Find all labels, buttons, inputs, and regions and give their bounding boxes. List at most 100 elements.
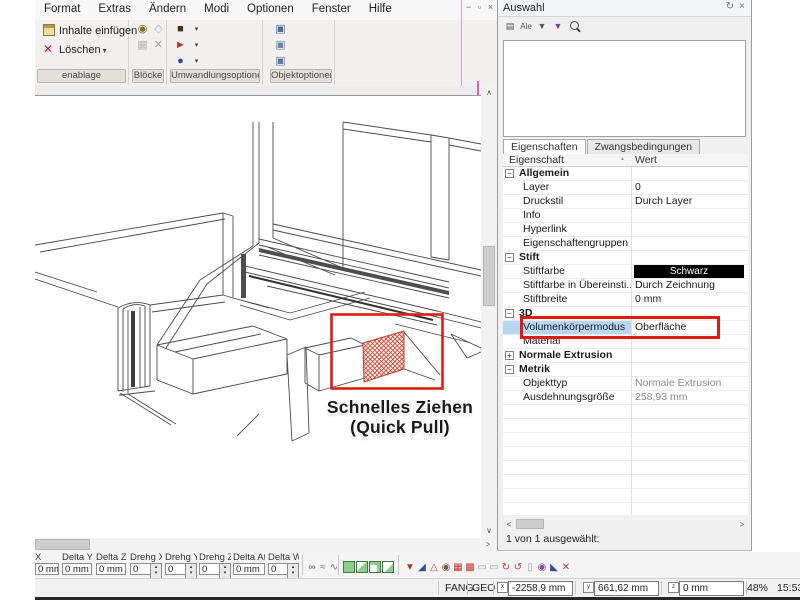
menu-extras[interactable]: Extras (89, 0, 140, 15)
clear-tool-icon[interactable]: ✕ (560, 561, 572, 574)
convert-arrow-icon[interactable]: ► (174, 39, 187, 52)
edit-select-open-icon-icon[interactable] (369, 561, 381, 573)
snap-vertex-icon[interactable]: ◢ (416, 561, 428, 574)
create-block-icon[interactable]: ◉ (136, 23, 149, 36)
property-row-metrik[interactable]: −Metrik (503, 363, 748, 377)
grid-scroll-left-icon[interactable]: < (503, 518, 515, 532)
minimize-icon[interactable]: − (464, 2, 473, 12)
edit-select-add-icon-icon[interactable] (356, 561, 368, 573)
scroll-down-icon[interactable]: ∨ (482, 524, 496, 538)
rotate-tool-icon[interactable]: ↻ (500, 561, 512, 574)
pin-icon[interactable]: ↻ (724, 1, 736, 12)
property-grid-header[interactable]: Eigenschaft ▴ Wert (503, 154, 748, 167)
grid-horizontal-scrollbar[interactable]: < > (503, 518, 748, 531)
panel-header[interactable]: Auswahl ↻× (498, 0, 751, 17)
convert-solid-icon[interactable]: ■ (174, 23, 187, 36)
ale-icon[interactable]: Ale (519, 20, 533, 33)
menu-optionen[interactable]: Optionen (238, 0, 303, 15)
snap-midpoint-icon[interactable]: △ (428, 561, 440, 574)
field-input-x[interactable]: 0 mm (35, 563, 59, 575)
property-row-druckstil[interactable]: DruckstilDurch Layer (503, 195, 748, 209)
menu-fenster[interactable]: Fenster (303, 0, 360, 15)
field-input-delta-w[interactable]: 0 (268, 563, 288, 575)
delete-button[interactable]: ✕Löschen▾ (43, 42, 107, 56)
property-value-info[interactable] (632, 209, 748, 222)
property-value-layer[interactable]: 0 (632, 181, 748, 194)
drawing-canvas[interactable]: Schnelles Ziehen (Quick Pull) (35, 96, 481, 538)
field-input-drehg-x[interactable]: 0 (130, 563, 151, 575)
box-tool-icon[interactable]: ▯ (524, 561, 536, 574)
property-value-stiftfarbe-in-übereinsti-[interactable]: Durch Zeichnung (632, 279, 748, 292)
funnel-icon[interactable]: ▼ (535, 20, 549, 33)
canvas-vertical-scrollbar[interactable]: ∧ ∨ (481, 86, 497, 538)
coordinate-x[interactable]: -2258,9 mm (508, 581, 573, 596)
link-icon[interactable]: ∞ (307, 561, 317, 574)
canvas-horizontal-scrollbar[interactable]: > (35, 538, 497, 552)
geo-mode-label[interactable]: GEO (472, 582, 495, 594)
edit-select-node-icon-icon[interactable] (382, 561, 394, 573)
property-value-hyperlink[interactable] (632, 223, 748, 236)
property-value-objekttyp[interactable]: Normale Extrusion (632, 377, 748, 390)
menu-format[interactable]: Format (35, 0, 89, 15)
select-filter-icon[interactable]: ▤ (503, 20, 517, 33)
grid-scroll-thumb[interactable] (516, 519, 544, 529)
tab-eigenschaften[interactable]: Eigenschaften (503, 139, 586, 154)
menu-modi[interactable]: Modi (195, 0, 238, 15)
property-value-stiftfarbe[interactable]: Schwarz (632, 265, 748, 278)
frame2-tool-icon[interactable]: ▭ (488, 561, 500, 574)
spinner-drehg-x[interactable]: ▴▾ (150, 563, 162, 579)
property-row-normale-extrusion[interactable]: +Normale Extrusion (503, 349, 748, 363)
coordinate-y[interactable]: 661,62 mm (594, 581, 659, 596)
array-tool-icon[interactable]: ▦ (452, 561, 464, 574)
link-break-icon[interactable]: ≈ (318, 561, 328, 574)
object-option-3-icon[interactable]: ▣ (274, 55, 287, 68)
property-value-stiftbreite[interactable]: 0 mm (632, 293, 748, 306)
property-row-stiftfarbe[interactable]: StiftfarbeSchwarz (503, 265, 748, 279)
property-value-druckstil[interactable]: Durch Layer (632, 195, 748, 208)
property-value-ausdehnungsgröße[interactable]: 258,93 mm (632, 391, 748, 404)
field-input-drehg-y[interactable]: 0 (165, 563, 186, 575)
object-option-1-icon[interactable]: ▣ (274, 23, 287, 36)
spinner-delta-w[interactable]: ▴▾ (287, 563, 299, 579)
edit-block-icon[interactable]: ▦ (136, 39, 149, 52)
revert-tool-icon[interactable]: ↺ (512, 561, 524, 574)
quick-pull-face[interactable] (363, 331, 404, 382)
magnifier-icon[interactable] (567, 20, 581, 33)
panel-close-icon[interactable]: × (736, 1, 748, 12)
menu-ändern[interactable]: Ändern (140, 0, 195, 15)
field-input-drehg-z[interactable]: 0 (199, 563, 220, 575)
group-tool-icon[interactable]: ◉ (440, 561, 452, 574)
edit-select-icon-icon[interactable] (343, 561, 355, 573)
property-row-allgemein[interactable]: −Allgemein (503, 167, 748, 181)
convert-point-icon[interactable]: ● (174, 55, 187, 68)
menu-hilfe[interactable]: Hilfe (360, 0, 401, 15)
property-row-stiftfarbe-in-übereinsti-[interactable]: Stiftfarbe in Übereinsti...Durch Zeichnu… (503, 279, 748, 293)
selection-list[interactable] (503, 40, 746, 137)
close-icon[interactable]: × (486, 2, 495, 12)
coordinate-z[interactable]: 0 mm (679, 581, 744, 596)
color-swatch-black[interactable]: Schwarz (634, 265, 744, 278)
explode-block-icon[interactable]: ✕ (152, 39, 165, 52)
scroll-right-icon[interactable]: > (481, 538, 495, 552)
property-row-stiftbreite[interactable]: Stiftbreite0 mm (503, 293, 748, 307)
column-wert[interactable]: Wert (635, 154, 657, 166)
paste-contents-button[interactable]: Inhalte einfügen (43, 24, 137, 37)
property-row-hyperlink[interactable]: Hyperlink (503, 223, 748, 237)
column-eigenschaft[interactable]: Eigenschaft (509, 154, 564, 166)
property-row-stift[interactable]: −Stift (503, 251, 748, 265)
vertical-scroll-thumb[interactable] (483, 246, 495, 306)
property-row-objekttyp[interactable]: ObjekttypNormale Extrusion (503, 377, 748, 391)
chevron-down-icon[interactable]: ▾ (190, 55, 203, 68)
insert-block-icon[interactable]: ◇ (152, 23, 165, 36)
snap-mode-label[interactable]: FANG (445, 582, 474, 594)
filter-tool-icon[interactable]: ▼ (404, 561, 416, 574)
restore-icon[interactable]: ▫ (475, 2, 484, 12)
property-row-info[interactable]: Info (503, 209, 748, 223)
tab-zwangsbedingungen[interactable]: Zwangsbedingungen (587, 139, 701, 154)
grid-column-divider[interactable] (631, 167, 632, 515)
wheel-tool-icon[interactable]: ◉ (536, 561, 548, 574)
funnel-active-icon[interactable]: ▼ (551, 20, 565, 33)
wedge-tool-icon[interactable]: ◣ (548, 561, 560, 574)
chevron-down-icon[interactable]: ▾ (190, 39, 203, 52)
spinner-drehg-z[interactable]: ▴▾ (219, 563, 231, 579)
